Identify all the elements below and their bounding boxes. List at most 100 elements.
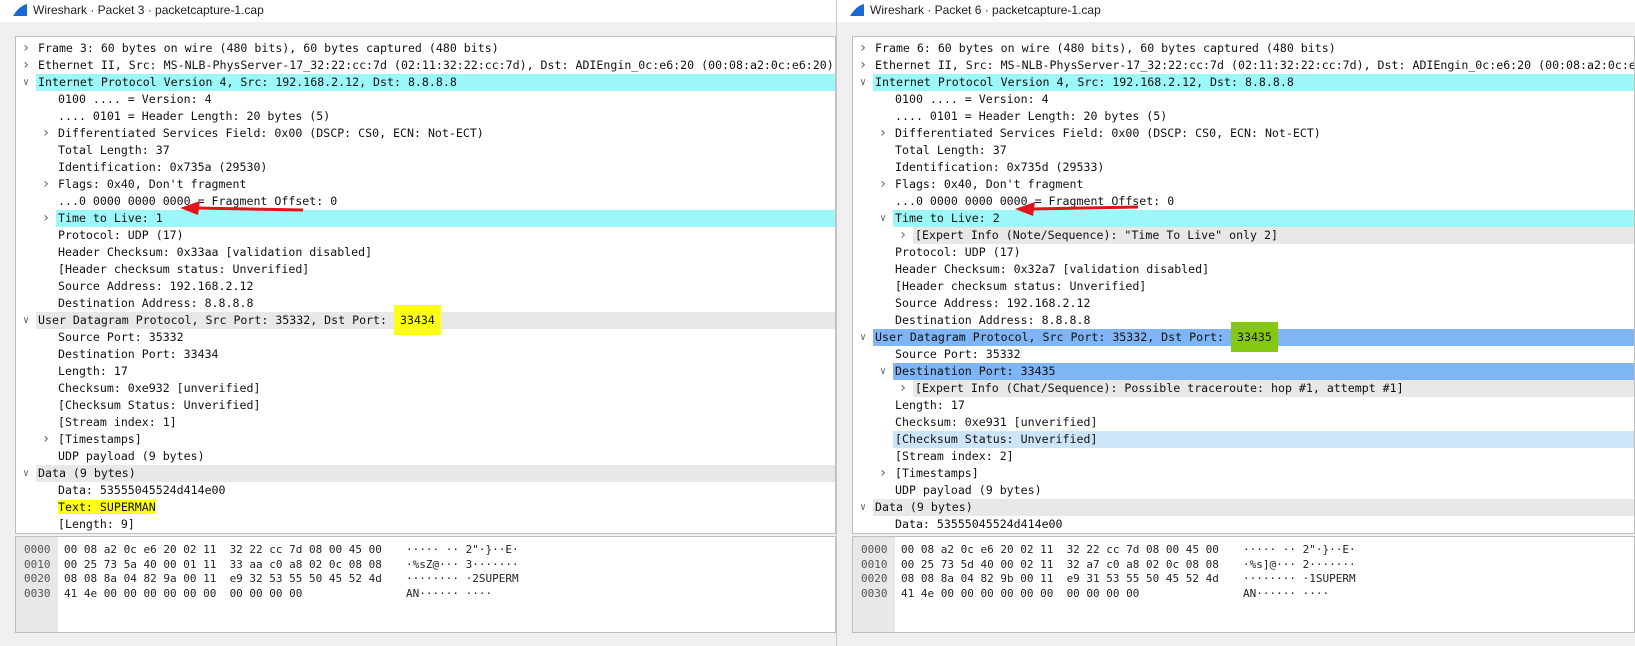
tree-row[interactable]: 0100 .... = Version: 4	[853, 91, 1634, 108]
chevron-right-icon[interactable]: ›	[897, 227, 909, 244]
tree-row[interactable]: Data: 53555045524d414e00	[853, 516, 1634, 533]
tree-row[interactable]: .... 0101 = Header Length: 20 bytes (5)	[16, 108, 835, 125]
tree-row[interactable]: [Stream index: 1]	[16, 414, 835, 431]
tree-row[interactable]: [Header checksum status: Unverified]	[853, 278, 1634, 295]
tree-row[interactable]: › Frame 6: 60 bytes on wire (480 bits), 6…	[853, 40, 1634, 57]
tree-row[interactable]: › Frame 3: 60 bytes on wire (480 bits), 6…	[16, 40, 835, 57]
tree-row[interactable]: › [Expert Info (Note/Sequence): "Time To …	[899, 227, 1634, 244]
tree-row[interactable]: › [Expert Info (Chat/Sequence): Possible …	[899, 380, 1634, 397]
chevron-down-icon[interactable]: ∨	[857, 499, 869, 516]
chevron-right-icon[interactable]: ›	[20, 57, 32, 74]
tree-row[interactable]: ...0 0000 0000 0000 = Fragment Offset: 0	[853, 193, 1634, 210]
tree-row[interactable]: ∨ Destination Port: 33435	[880, 363, 1634, 380]
tree-row[interactable]: Destination Port: 33434	[16, 346, 835, 363]
tree-row[interactable]: ∨ Data (9 bytes)	[860, 499, 1634, 516]
tree-row[interactable]: Header Checksum: 0x33aa [validation disa…	[16, 244, 835, 261]
chevron-right-icon[interactable]: ›	[40, 431, 52, 448]
tree-row[interactable]: Checksum: 0xe932 [unverified]	[16, 380, 835, 397]
tree-row[interactable]: Length: 17	[16, 363, 835, 380]
tree-row[interactable]: › Ethernet II, Src: MS-NLB-PhysServer-17_…	[16, 57, 835, 74]
tree-row-label: [Length: 9]	[58, 517, 135, 531]
tree-row[interactable]: › Ethernet II, Src: MS-NLB-PhysServer-17_…	[853, 57, 1634, 74]
tree-row[interactable]: › Differentiated Services Field: 0x00 (DS…	[853, 125, 1634, 142]
tree-row[interactable]: Protocol: UDP (17)	[16, 227, 835, 244]
tree-row[interactable]: ...0 0000 0000 0000 = Fragment Offset: 0	[16, 193, 835, 210]
tree-row-label: [Checksum Status: Unverified]	[58, 398, 261, 412]
tree-row[interactable]: Identification: 0x735a (29530)	[16, 159, 835, 176]
tree-row[interactable]: ∨ Time to Live: 2	[880, 210, 1634, 227]
tree-row-label: [Timestamps]	[58, 432, 142, 446]
tree-row[interactable]: Total Length: 37	[853, 142, 1634, 159]
chevron-right-icon[interactable]: ›	[857, 40, 869, 57]
chevron-right-icon[interactable]: ›	[857, 57, 869, 74]
packet-bytes-pane[interactable]: 0000 00 08 a2 0c e6 20 02 11 32 22 cc 7d …	[852, 536, 1635, 633]
tree-row-label: Total Length: 37	[895, 143, 1007, 157]
tree-row[interactable]: Checksum: 0xe931 [unverified]	[853, 414, 1634, 431]
hex-ascii: ····· ·· 2"·}··E·	[1243, 543, 1356, 556]
hex-offset: 0000	[861, 543, 888, 556]
chevron-down-icon[interactable]: ∨	[857, 74, 869, 91]
tree-row[interactable]: [Header checksum status: Unverified]	[16, 261, 835, 278]
packet-details-tree[interactable]: › Frame 6: 60 bytes on wire (480 bits), 6…	[852, 36, 1635, 534]
title-bar[interactable]: Wireshark · Packet 3 · packetcapture-1.c…	[0, 0, 836, 22]
tree-row[interactable]: [Stream index: 2]	[853, 448, 1634, 465]
tree-row[interactable]: ∨ Data (9 bytes)	[23, 465, 835, 482]
tree-row[interactable]: Text: SUPERMAN	[853, 533, 1635, 534]
tree-row-label: Text: SUPERMAN	[895, 533, 993, 534]
tree-row[interactable]: Text: SUPERMAN	[16, 499, 835, 516]
tree-row[interactable]: UDP payload (9 bytes)	[16, 448, 835, 465]
tree-row[interactable]: › Flags: 0x40, Don't fragment	[853, 176, 1634, 193]
tree-row[interactable]: › [Timestamps]	[853, 465, 1634, 482]
tree-row[interactable]: UDP payload (9 bytes)	[853, 482, 1634, 499]
tree-row[interactable]: ∨ User Datagram Protocol, Src Port: 35332…	[23, 305, 835, 335]
tree-row[interactable]: Protocol: UDP (17)	[853, 244, 1634, 261]
tree-row-label: Length: 17	[895, 398, 965, 412]
chevron-right-icon[interactable]: ›	[877, 465, 889, 482]
tree-row[interactable]: ∨ Internet Protocol Version 4, Src: 192.1…	[860, 74, 1634, 91]
tree-row[interactable]: Total Length: 37	[16, 142, 835, 159]
tree-row-label: Source Address: 192.168.2.12	[895, 296, 1091, 310]
tree-row[interactable]: › [Timestamps]	[16, 431, 835, 448]
chevron-down-icon[interactable]: ∨	[20, 74, 32, 91]
chevron-right-icon[interactable]: ›	[877, 176, 889, 193]
tree-row[interactable]: Data: 53555045524d414e00	[16, 482, 835, 499]
chevron-down-icon[interactable]: ∨	[877, 363, 889, 380]
tree-row[interactable]: Length: 17	[853, 397, 1634, 414]
packet-details-tree[interactable]: › Frame 3: 60 bytes on wire (480 bits), 6…	[15, 36, 836, 534]
tree-row[interactable]: [Checksum Status: Unverified]	[16, 397, 835, 414]
tree-row-label: UDP payload (9 bytes)	[895, 483, 1042, 497]
tree-row[interactable]: ∨ User Datagram Protocol, Src Port: 35332…	[860, 322, 1634, 352]
tree-row[interactable]: Source Port: 35332	[16, 329, 835, 346]
tree-row[interactable]: Source Address: 192.168.2.12	[16, 278, 835, 295]
chevron-down-icon[interactable]: ∨	[20, 465, 32, 482]
tree-row-label: .... 0101 = Header Length: 20 bytes (5)	[58, 109, 331, 123]
hex-bytes: 00 08 a2 0c e6 20 02 11 32 22 cc 7d 08 0…	[64, 543, 382, 556]
chevron-down-icon[interactable]: ∨	[857, 329, 869, 346]
tree-row[interactable]: › Time to Live: 1	[42, 210, 835, 227]
tree-row[interactable]: [Checksum Status: Unverified]	[893, 431, 1634, 448]
tree-row[interactable]: Header Checksum: 0x32a7 [validation disa…	[853, 261, 1634, 278]
chevron-right-icon[interactable]: ›	[40, 176, 52, 193]
tree-row-label: [Stream index: 2]	[895, 449, 1014, 463]
tree-row[interactable]: Identification: 0x735d (29533)	[853, 159, 1634, 176]
tree-row[interactable]: .... 0101 = Header Length: 20 bytes (5)	[853, 108, 1634, 125]
packet-bytes-pane[interactable]: 0000 00 08 a2 0c e6 20 02 11 32 22 cc 7d …	[15, 536, 836, 633]
chevron-right-icon[interactable]: ›	[20, 40, 32, 57]
chevron-right-icon[interactable]: ›	[897, 380, 909, 397]
chevron-down-icon[interactable]: ∨	[20, 312, 32, 329]
tree-row-label: [Header checksum status: Unverified]	[895, 279, 1147, 293]
tree-row[interactable]: Source Address: 192.168.2.12	[853, 295, 1634, 312]
tree-row[interactable]: › Flags: 0x40, Don't fragment	[16, 176, 835, 193]
tree-row[interactable]: ∨ Internet Protocol Version 4, Src: 192.1…	[23, 74, 835, 91]
tree-row[interactable]: [Length: 9]	[16, 516, 835, 533]
chevron-right-icon[interactable]: ›	[40, 125, 52, 142]
hex-bytes: 41 4e 00 00 00 00 00 00 00 00 00 00	[64, 586, 303, 600]
tree-row-label: .... 0101 = Header Length: 20 bytes (5)	[895, 109, 1168, 123]
tree-row[interactable]: 0100 .... = Version: 4	[16, 91, 835, 108]
title-bar[interactable]: Wireshark · Packet 6 · packetcapture-1.c…	[837, 0, 1635, 22]
chevron-right-icon[interactable]: ›	[877, 125, 889, 142]
chevron-down-icon[interactable]: ∨	[877, 210, 889, 227]
chevron-right-icon[interactable]: ›	[40, 210, 52, 227]
tree-row[interactable]: › Differentiated Services Field: 0x00 (DS…	[16, 125, 835, 142]
tree-row[interactable]: Source Port: 35332	[853, 346, 1634, 363]
